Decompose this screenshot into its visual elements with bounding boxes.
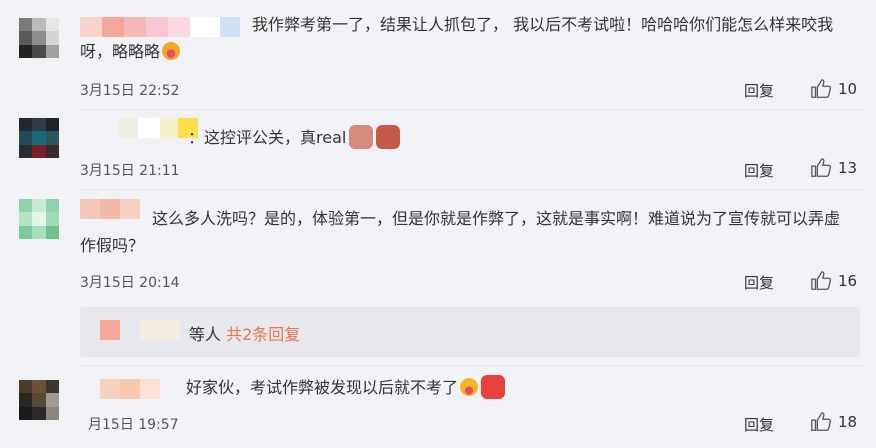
username[interactable] xyxy=(118,118,198,138)
sub-replies-box[interactable]: 等人 共2条回复 xyxy=(80,307,860,357)
avatar[interactable] xyxy=(19,118,59,158)
comment-time: 3月15日 21:11 xyxy=(80,163,180,179)
sticker-emoji xyxy=(349,125,374,149)
comment-text: 我作弊考第一了，结果让人抓包了， 我以后不考试啦！哈哈哈你们能怎么样来咬我呀，略… xyxy=(80,15,834,61)
comment-item: ：这控评公关，真real 3月15日 21:11 回复 13 xyxy=(0,110,876,190)
reply-button[interactable]: 回复 xyxy=(744,414,774,435)
sub-reply-username xyxy=(140,320,180,340)
like-button[interactable]: 16 xyxy=(810,270,857,292)
sticker-emoji xyxy=(376,125,401,149)
comment-text: ：这控评公关，真real xyxy=(188,124,788,151)
thumbs-up-icon xyxy=(811,79,832,98)
comment-text: 好家伙，考试作弊被发现以后就不考了 xyxy=(186,374,806,401)
reply-button[interactable]: 回复 xyxy=(744,272,774,293)
like-button[interactable]: 13 xyxy=(810,157,857,179)
sub-reply-summary: 等人 共2条回复 xyxy=(189,325,301,344)
thumbs-up-icon xyxy=(811,412,832,431)
like-button[interactable]: 10 xyxy=(810,78,857,100)
like-button[interactable]: 18 xyxy=(810,411,857,433)
sub-reply-avatar xyxy=(100,320,120,340)
thumbs-up-icon xyxy=(811,158,832,177)
tongue-face-emoji xyxy=(162,42,181,60)
thumbs-up-icon xyxy=(811,271,832,290)
comment-time: 3月15日 20:14 xyxy=(80,275,180,291)
comment-time: 月15日 19:57 xyxy=(88,417,179,433)
like-count: 16 xyxy=(838,272,858,290)
avatar[interactable] xyxy=(19,380,59,420)
laugh-emoji xyxy=(460,378,479,396)
avatar[interactable] xyxy=(19,18,59,58)
reply-button[interactable]: 回复 xyxy=(744,80,774,101)
reply-button[interactable]: 回复 xyxy=(744,160,774,181)
comment-item: 好家伙，考试作弊被发现以后就不考了 月15日 19:57 回复 18 xyxy=(0,366,876,448)
comment-item: 我作弊考第一了，结果让人抓包了， 我以后不考试啦！哈哈哈你们能怎么样来咬我呀，略… xyxy=(0,0,876,110)
sticker-emoji xyxy=(481,375,506,399)
like-count: 10 xyxy=(838,80,858,98)
comment-text: 这么多人洗吗？是的，体验第一，但是你就是作弊了，这就是事实啊！难道说为了宣传就可… xyxy=(80,209,841,255)
like-count: 18 xyxy=(838,413,858,431)
username[interactable] xyxy=(100,379,160,399)
like-count: 13 xyxy=(838,159,858,177)
view-more-replies-link[interactable]: 共2条回复 xyxy=(226,325,300,344)
comment-time: 3月15日 22:52 xyxy=(80,83,180,99)
avatar[interactable] xyxy=(19,199,59,239)
